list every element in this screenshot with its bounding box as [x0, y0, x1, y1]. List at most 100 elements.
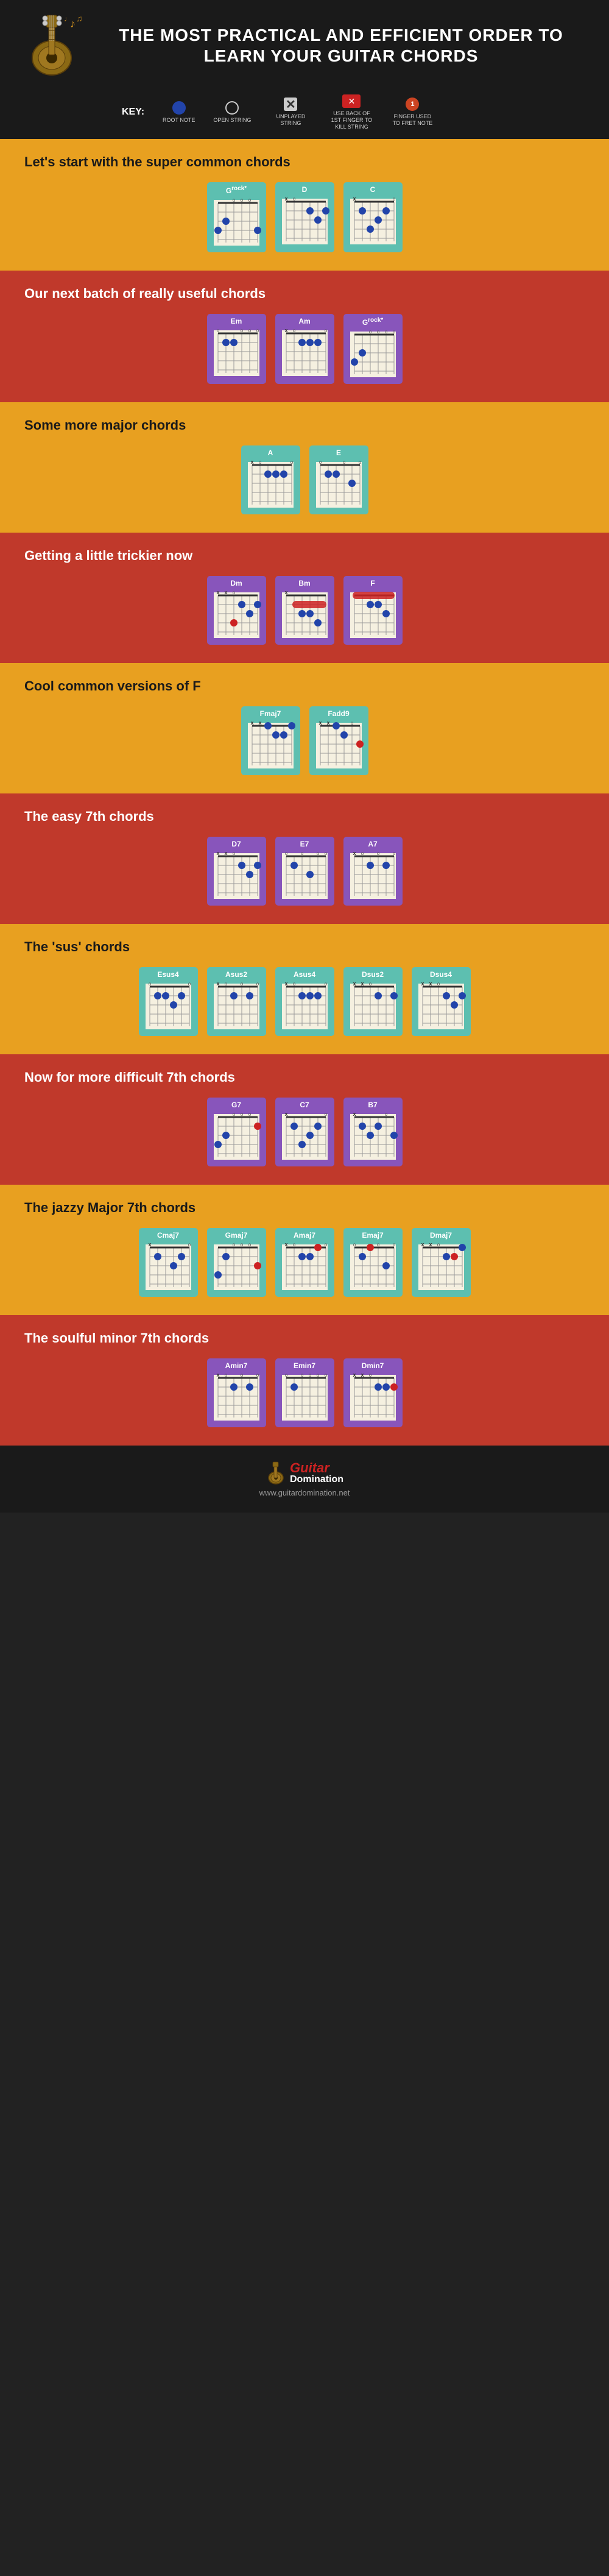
- chord-Amin7-label: Amin7: [225, 1361, 248, 1370]
- chord-Cmaj7-diagram: x o: [143, 1241, 194, 1293]
- svg-text:o: o: [232, 851, 235, 856]
- svg-text:o: o: [248, 197, 251, 203]
- fret-note-label: FINGER USED TO FRET NOTE: [391, 113, 434, 127]
- svg-text:o: o: [392, 1242, 395, 1247]
- svg-text:o: o: [319, 459, 322, 465]
- chord-Emin7-label: Emin7: [294, 1361, 315, 1370]
- section-easy-7th-chords: D7 x x o: [12, 837, 597, 906]
- chord-Gmaj7-label: Gmaj7: [225, 1231, 248, 1240]
- svg-text:o: o: [316, 1372, 319, 1378]
- svg-text:x: x: [216, 1372, 219, 1378]
- svg-text:♩: ♩: [64, 15, 71, 23]
- svg-text:x: x: [284, 981, 287, 987]
- svg-text:o: o: [256, 328, 259, 333]
- chord-Emin7: Emin7 o o o o o: [275, 1358, 334, 1427]
- svg-text:o: o: [240, 1242, 243, 1247]
- chord-B7-label: B7: [368, 1101, 377, 1109]
- chord-Asus4-diagram: x o o: [279, 981, 331, 1032]
- svg-text:x: x: [284, 1111, 287, 1117]
- section-easy-7th-title: The easy 7th chords: [12, 809, 597, 825]
- svg-text:o: o: [376, 1242, 379, 1247]
- chord-D7: D7 x x o: [207, 837, 266, 906]
- svg-text:o: o: [368, 329, 371, 335]
- section-cool-f: Cool common versions of F Fmaj7 x x: [0, 663, 609, 793]
- chord-Esus4: Esus4 o o: [139, 967, 198, 1036]
- svg-text:o: o: [376, 851, 379, 856]
- chord-A7-label: A7: [368, 840, 377, 848]
- chord-G-label: Grock*: [226, 185, 247, 195]
- svg-text:o: o: [292, 328, 295, 333]
- chord-Bm-label: Bm: [298, 579, 310, 587]
- svg-text:x: x: [361, 1372, 364, 1378]
- chord-G7-label: G7: [231, 1101, 241, 1109]
- section-sus: The 'sus' chords Esus4 o o: [0, 924, 609, 1054]
- chord-Am: Am x o o: [275, 314, 334, 384]
- svg-text:x: x: [353, 196, 356, 202]
- kill-string-icon: [342, 94, 361, 108]
- svg-text:x: x: [326, 720, 329, 726]
- section-soulful-min7: The soulful minor 7th chords Amin7 x o o: [0, 1315, 609, 1446]
- chord-Dmin7-diagram: x x o: [347, 1372, 399, 1424]
- chord-A: A x o o: [241, 445, 300, 514]
- chord-B7: B7 x o: [343, 1098, 403, 1166]
- kill-string-label: USE BACK OF 1ST FINGER TO KILL STRING: [330, 110, 373, 130]
- chord-Amaj7-label: Amaj7: [294, 1231, 315, 1240]
- section-super-common: Let's start with the super common chords…: [0, 139, 609, 271]
- section-soulful-min7-title: The soulful minor 7th chords: [12, 1330, 597, 1346]
- header: ♪ ♫ ♩ THE MOST PRACTICAL AND EFFICIENT O…: [0, 0, 609, 88]
- chord-G7: G7 o o o: [207, 1098, 266, 1166]
- chord-Bm-diagram: x: [279, 589, 331, 641]
- svg-text:o: o: [353, 1242, 356, 1247]
- section-trickier: Getting a little trickier now Dm x x o: [0, 533, 609, 663]
- guitar-icon: ♪ ♫ ♩: [18, 12, 91, 79]
- chord-Dsus4-diagram: x x o: [415, 981, 467, 1032]
- chord-Amin7: Amin7 x o o o: [207, 1358, 266, 1427]
- chord-Asus2-diagram: x o o o: [211, 981, 262, 1032]
- svg-text:o: o: [324, 981, 327, 987]
- svg-text:x: x: [224, 850, 227, 856]
- svg-text:o: o: [392, 196, 395, 202]
- section-more-major-title: Some more major chords: [12, 417, 597, 433]
- footer-guitar-icon: [266, 1461, 287, 1485]
- chord-Esus4-diagram: o o: [143, 981, 194, 1032]
- svg-text:x: x: [148, 1241, 151, 1247]
- chord-G7-diagram: o o o: [211, 1111, 262, 1163]
- chord-B7-diagram: x o: [347, 1111, 399, 1163]
- svg-text:o: o: [148, 981, 151, 987]
- svg-text:o: o: [376, 329, 379, 335]
- section-super-common-chords: Grock* o: [12, 182, 597, 252]
- svg-text:o: o: [324, 1372, 327, 1378]
- section-difficult-7th: Now for more difficult 7th chords G7 o o: [0, 1054, 609, 1185]
- chord-G-rock-label: Grock*: [362, 317, 383, 327]
- chord-Fadd9: Fadd9 x x o: [309, 706, 368, 775]
- svg-text:o: o: [240, 1372, 243, 1378]
- svg-text:o: o: [256, 981, 259, 987]
- chord-Asus4: Asus4 x o o: [275, 967, 334, 1036]
- svg-text:x: x: [319, 720, 322, 726]
- key-section: KEY: ROOT NOTE OPEN STRING ✕ UNPLAYED ST…: [0, 88, 609, 139]
- chord-E7: E7 o o o o: [275, 837, 334, 906]
- chord-Em: Em o o o: [207, 314, 266, 384]
- svg-text:o: o: [324, 1112, 327, 1117]
- svg-text:o: o: [240, 328, 243, 333]
- chord-Amaj7: Amaj7 x o o: [275, 1228, 334, 1297]
- chord-Em-label: Em: [231, 317, 242, 325]
- chord-Gmaj7: Gmaj7 o o o: [207, 1228, 266, 1297]
- chord-G: Grock* o: [207, 182, 266, 252]
- chord-Fmaj7: Fmaj7 x x: [241, 706, 300, 775]
- section-trickier-title: Getting a little trickier now: [12, 548, 597, 564]
- chord-Am-label: Am: [298, 317, 310, 325]
- chord-Asus2: Asus2 x o o o: [207, 967, 266, 1036]
- chord-Emaj7-label: Emaj7: [362, 1231, 383, 1240]
- section-difficult-7th-title: Now for more difficult 7th chords: [12, 1070, 597, 1085]
- section-trickier-chords: Dm x x o: [12, 576, 597, 645]
- svg-text:x: x: [284, 1241, 287, 1247]
- chord-D7-label: D7: [231, 840, 241, 848]
- chord-Emaj7-diagram: o o o: [347, 1241, 399, 1293]
- root-note-label: ROOT NOTE: [163, 117, 195, 124]
- chord-Dsus4-label: Dsus4: [430, 970, 452, 979]
- chord-Dsus2: Dsus2 x x o: [343, 967, 403, 1036]
- chord-D-diagram: x o: [279, 196, 331, 247]
- chord-Em-diagram: o o o o: [211, 327, 262, 379]
- chord-D: D x o: [275, 182, 334, 252]
